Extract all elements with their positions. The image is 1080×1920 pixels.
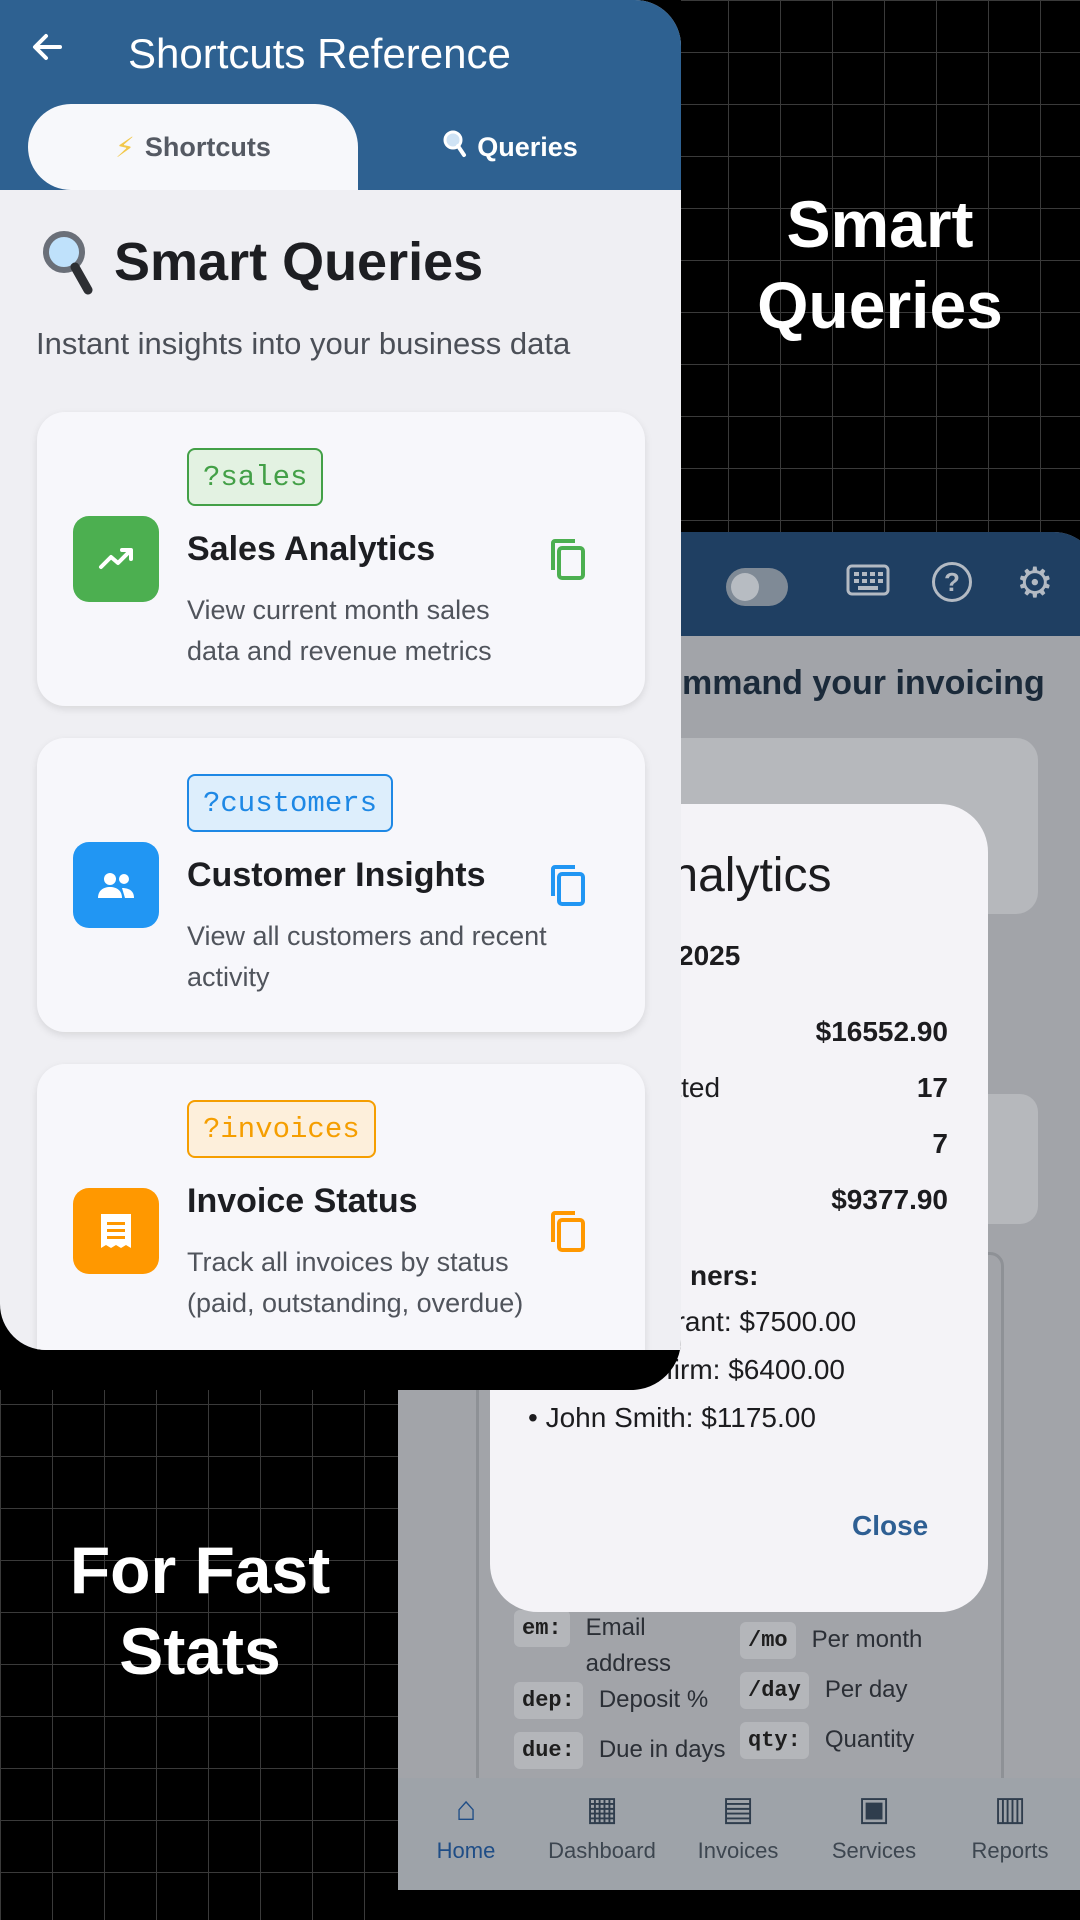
promo-top-line2: Queries — [757, 267, 1003, 342]
legend-code: /mo — [740, 1622, 796, 1659]
customer-line: • John Smith: $1175.00 — [528, 1402, 816, 1433]
nav-services[interactable]: ▣ Services — [806, 1788, 942, 1864]
copy-icon[interactable] — [547, 864, 587, 908]
trending-up-icon — [73, 516, 159, 602]
promo-bottom-line2: Stats — [119, 1613, 281, 1688]
tab-label: Shortcuts — [144, 131, 271, 162]
nav-label: Reports — [971, 1838, 1049, 1863]
nav-label: Home — [436, 1838, 496, 1863]
shortcuts-reference-phone: Shortcuts Reference ⚡ Shortcuts Queries … — [0, 0, 681, 1390]
stat-value: 17 — [916, 1072, 948, 1103]
page-title: Shortcuts Reference — [128, 30, 511, 77]
command-chip: ?invoices — [187, 1100, 376, 1158]
lightning-icon: ⚡ — [115, 131, 135, 163]
background-tagline: mmand your invoicing — [682, 664, 1045, 702]
toggle-switch[interactable] — [726, 568, 788, 606]
customer-line: urant: $7500.00 — [660, 1306, 857, 1337]
gear-icon[interactable]: ⚙ — [1016, 562, 1054, 604]
nav-home[interactable]: ⌂ Home — [398, 1788, 534, 1864]
card-title: Sales Analytics — [187, 530, 436, 568]
legend-row: /day Per day — [740, 1672, 908, 1709]
help-icon[interactable]: ? — [932, 562, 972, 602]
legend-row: /mo Per month — [740, 1622, 922, 1659]
legend-code: /day — [740, 1672, 809, 1709]
legend-desc: Due in days — [598, 1736, 726, 1763]
legend-desc: Quantity — [824, 1726, 915, 1753]
copy-icon[interactable] — [547, 1210, 587, 1254]
receipt-icon — [73, 1188, 159, 1274]
command-chip: ?customers — [187, 774, 394, 832]
top-customers-heading: ners: — [690, 1260, 759, 1291]
dashboard-icon: ▦ — [585, 1790, 619, 1828]
query-card-customers[interactable]: ?customers Customer Insights View all cu… — [37, 738, 645, 1032]
command-chip: ?sales — [187, 448, 324, 506]
legend-row: dep: Deposit % — [514, 1682, 708, 1719]
people-icon — [73, 842, 159, 928]
legend-code: due: — [514, 1732, 583, 1769]
dialog-period: 2025 — [678, 940, 741, 971]
tab-queries[interactable]: Queries — [340, 104, 681, 190]
copy-icon[interactable] — [547, 538, 587, 582]
system-nav-bar — [398, 1890, 1080, 1920]
nav-label: Dashboard — [548, 1838, 656, 1863]
query-card-sales[interactable]: ?sales Sales Analytics View current mont… — [37, 412, 645, 706]
home-icon: ⌂ — [455, 1790, 477, 1828]
legend-desc: Email address — [585, 1614, 671, 1677]
magnifier-icon — [42, 230, 94, 295]
legend-desc: Per month — [811, 1626, 923, 1653]
legend-row: qty: Quantity — [740, 1722, 914, 1759]
stat-value: 7 — [932, 1128, 948, 1159]
section-subtitle: Instant insights into your business data — [36, 326, 571, 361]
close-button[interactable]: Close — [852, 1510, 928, 1542]
legend-code: em: — [514, 1610, 570, 1647]
card-description: View all customers and recent activity — [187, 921, 547, 993]
magnifier-icon — [443, 130, 467, 165]
card-description: Track all invoices by status (paid, outs… — [187, 1247, 524, 1319]
section-title: Smart Queries — [114, 232, 484, 292]
tab-bar: ⚡ Shortcuts Queries — [28, 104, 681, 190]
legend-desc: Per day — [824, 1676, 908, 1703]
promo-headline-bottom: For Fast Stats — [20, 1530, 380, 1691]
shortcuts-reference-screen: Shortcuts Reference ⚡ Shortcuts Queries … — [0, 0, 681, 1350]
nav-dashboard[interactable]: ▦ Dashboard — [534, 1788, 670, 1864]
nav-invoices[interactable]: ▤ Invoices — [670, 1788, 806, 1864]
nav-reports[interactable]: ▥ Reports — [942, 1788, 1078, 1864]
bar-chart-icon: ▥ — [993, 1790, 1027, 1828]
customer-line: firm: $6400.00 — [666, 1354, 845, 1385]
bottom-navigation: ⌂ Home ▦ Dashboard ▤ Invoices ▣ Services… — [398, 1778, 1080, 1890]
app-header: Shortcuts Reference ⚡ Shortcuts Queries — [0, 0, 681, 190]
legend-code: qty: — [740, 1722, 809, 1759]
nav-label: Invoices — [697, 1838, 779, 1863]
legend-code: dep: — [514, 1682, 583, 1719]
invoice-icon: ▤ — [721, 1790, 755, 1828]
promo-headline-top: Smart Queries — [690, 184, 1070, 345]
card-description: View current month sales data and revenu… — [187, 595, 492, 667]
stat-value: $9377.90 — [831, 1184, 948, 1215]
card-title: Customer Insights — [187, 856, 486, 894]
arrow-left-icon[interactable] — [30, 30, 64, 71]
keyboard-icon[interactable] — [846, 562, 890, 605]
legend-desc: Deposit % — [598, 1686, 709, 1713]
promo-top-line1: Smart — [786, 187, 974, 261]
query-card-invoices[interactable]: ?invoices Invoice Status Track all invoi… — [37, 1064, 645, 1350]
stat-value: $16552.90 — [815, 1016, 948, 1047]
promo-bottom-line1: For Fast — [69, 1533, 331, 1607]
nav-label: Services — [831, 1838, 917, 1863]
legend-row: due: Due in days — [514, 1732, 726, 1769]
section-heading: Smart Queries — [42, 230, 484, 295]
tab-shortcuts[interactable]: ⚡ Shortcuts — [28, 104, 358, 190]
card-title: Invoice Status — [187, 1182, 418, 1220]
legend-row: em: Email address — [514, 1610, 706, 1682]
briefcase-icon: ▣ — [857, 1790, 891, 1828]
tab-label: Queries — [477, 131, 578, 162]
